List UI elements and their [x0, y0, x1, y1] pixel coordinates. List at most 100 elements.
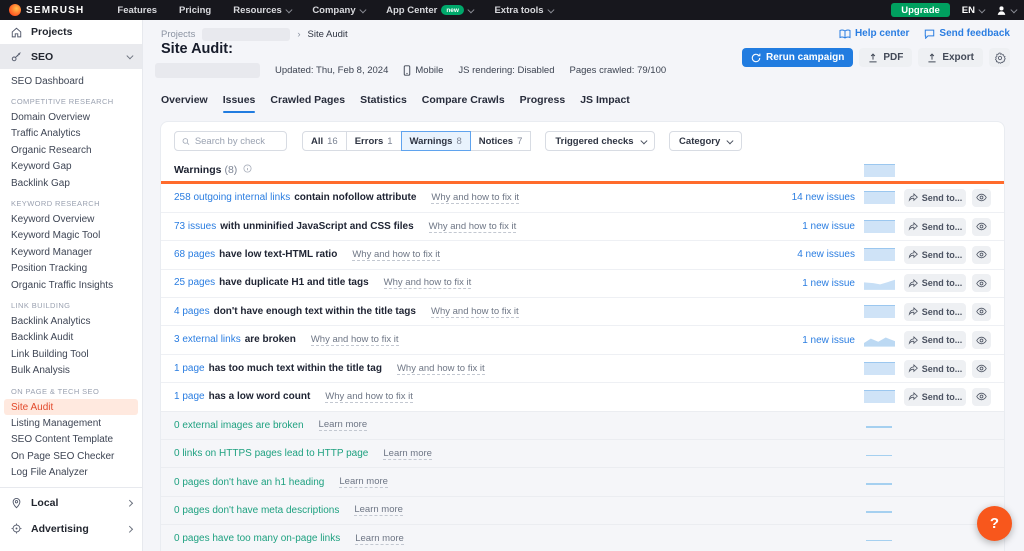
sidebar-entry[interactable]: Link Building Tool: [0, 346, 142, 362]
learn-more-link[interactable]: Learn more: [355, 533, 404, 545]
sidebar-entry[interactable]: Listing Management: [0, 415, 142, 431]
top-nav-item[interactable]: Extra tools: [483, 0, 563, 20]
why-fix-link[interactable]: Why and how to fix it: [352, 249, 440, 261]
sidebar-entry[interactable]: SEO Dashboard: [0, 73, 142, 89]
eye-button[interactable]: [972, 331, 991, 350]
sidebar-item-advertising[interactable]: Advertising: [0, 516, 142, 542]
top-nav-item[interactable]: App Center new: [375, 0, 483, 20]
why-fix-link[interactable]: Why and how to fix it: [310, 334, 399, 347]
help-center-link[interactable]: Help center: [839, 28, 909, 39]
top-nav-item[interactable]: Company: [301, 0, 375, 20]
send-to-button[interactable]: Send to...: [904, 359, 966, 378]
help-fab-button[interactable]: ?: [977, 506, 1012, 541]
send-to-button[interactable]: Send to...: [904, 302, 966, 321]
filter-segment[interactable]: Notices 7: [469, 131, 532, 151]
user-menu[interactable]: [996, 5, 1017, 16]
sidebar-entry[interactable]: Traffic Analytics: [0, 126, 142, 142]
sidebar-item-local[interactable]: Local: [0, 490, 142, 516]
send-to-button[interactable]: Send to...: [904, 274, 966, 293]
sidebar-entry[interactable]: Keyword Overview: [0, 211, 142, 227]
why-fix-link[interactable]: Why and how to fix it: [428, 221, 517, 233]
learn-more-link[interactable]: Learn more: [354, 504, 403, 517]
sidebar-entry[interactable]: Organic Traffic Insights: [0, 277, 142, 293]
issue-count-link[interactable]: 3 external links: [174, 334, 241, 345]
learn-more-link[interactable]: Learn more: [318, 419, 368, 432]
search-box[interactable]: [174, 131, 287, 151]
eye-button[interactable]: [972, 217, 991, 236]
eye-button[interactable]: [972, 387, 991, 406]
breadcrumb-projects-link[interactable]: Projects: [161, 29, 195, 40]
sidebar-entry[interactable]: Backlink Audit: [0, 330, 142, 346]
top-nav-item[interactable]: Features: [106, 0, 168, 20]
tab[interactable]: Statistics: [360, 94, 407, 113]
issue-count-link[interactable]: 4 pages: [174, 306, 210, 317]
new-issues-link[interactable]: 1 new issue: [802, 335, 855, 346]
issue-count-link[interactable]: 25 pages: [174, 277, 215, 288]
pdf-button[interactable]: PDF: [859, 48, 913, 67]
sidebar-entry[interactable]: Organic Research: [0, 142, 142, 158]
tab[interactable]: Progress: [520, 94, 566, 113]
new-issues-link[interactable]: 14 new issues: [792, 192, 855, 203]
eye-button[interactable]: [972, 302, 991, 321]
sidebar-item-seo[interactable]: SEO: [0, 44, 142, 69]
send-feedback-link[interactable]: Send feedback: [924, 28, 1010, 39]
learn-more-link[interactable]: Learn more: [383, 448, 432, 460]
filter-segment[interactable]: Warnings 8: [400, 131, 471, 151]
settings-button[interactable]: [989, 48, 1010, 67]
sidebar-entry[interactable]: Backlink Analytics: [0, 313, 142, 329]
issue-count-link[interactable]: 68 pages: [174, 249, 215, 260]
eye-button[interactable]: [972, 274, 991, 293]
tab[interactable]: Overview: [161, 94, 208, 113]
top-nav-item[interactable]: Resources: [222, 0, 301, 20]
issue-count-link[interactable]: 73 issues: [174, 221, 216, 232]
send-to-button[interactable]: Send to...: [904, 387, 966, 406]
category-dropdown[interactable]: Category: [669, 131, 742, 151]
language-selector[interactable]: EN: [962, 5, 986, 16]
why-fix-link[interactable]: Why and how to fix it: [431, 192, 520, 204]
tab[interactable]: JS Impact: [580, 94, 630, 113]
sidebar-entry[interactable]: Keyword Gap: [0, 159, 142, 175]
eye-button[interactable]: [972, 245, 991, 264]
rerun-campaign-button[interactable]: Rerun campaign: [741, 48, 854, 67]
issue-count-link[interactable]: 258 outgoing internal links: [174, 192, 290, 203]
send-to-button[interactable]: Send to...: [904, 217, 966, 236]
eye-button[interactable]: [972, 188, 991, 207]
sidebar-item-projects[interactable]: Projects: [0, 20, 142, 44]
learn-more-link[interactable]: Learn more: [339, 476, 388, 489]
sidebar-entry[interactable]: Position Tracking: [0, 261, 142, 277]
info-icon[interactable]: [243, 164, 252, 173]
sidebar-entry[interactable]: Keyword Magic Tool: [0, 228, 142, 244]
semrush-logo[interactable]: SEMRUSH: [9, 4, 84, 16]
sidebar-entry[interactable]: Domain Overview: [0, 109, 142, 125]
sidebar-entry[interactable]: SEO Content Template: [0, 432, 142, 448]
issue-count-link[interactable]: 1 page: [174, 363, 205, 374]
export-button[interactable]: Export: [918, 48, 983, 67]
filter-segment[interactable]: All 16: [302, 131, 347, 151]
sidebar-entry[interactable]: On Page SEO Checker: [0, 448, 142, 464]
search-input[interactable]: [194, 135, 279, 147]
tab[interactable]: Issues: [222, 94, 255, 113]
sidebar-entry[interactable]: Bulk Analysis: [0, 362, 142, 378]
why-fix-link[interactable]: Why and how to fix it: [430, 306, 519, 318]
new-issues-link[interactable]: 1 new issue: [802, 278, 855, 289]
sidebar-entry[interactable]: Backlink Gap: [0, 175, 142, 191]
sidebar-entry[interactable]: Site Audit: [4, 398, 138, 416]
top-nav-item[interactable]: Pricing: [168, 0, 222, 20]
why-fix-link[interactable]: Why and how to fix it: [383, 277, 472, 290]
upgrade-button[interactable]: Upgrade: [891, 3, 950, 17]
issue-count-link[interactable]: 1 page: [174, 391, 205, 402]
sidebar-entry[interactable]: Log File Analyzer: [0, 464, 142, 480]
send-to-button[interactable]: Send to...: [904, 245, 966, 264]
new-issues-link[interactable]: 1 new issue: [802, 221, 855, 232]
tab[interactable]: Crawled Pages: [270, 94, 345, 113]
sidebar-entry[interactable]: Keyword Manager: [0, 244, 142, 260]
send-to-button[interactable]: Send to...: [904, 188, 966, 207]
send-to-button[interactable]: Send to...: [904, 331, 966, 350]
new-issues-link[interactable]: 4 new issues: [797, 249, 855, 260]
triggered-checks-dropdown[interactable]: Triggered checks: [545, 131, 656, 151]
filter-segment[interactable]: Errors 1: [345, 131, 402, 151]
why-fix-link[interactable]: Why and how to fix it: [325, 391, 413, 403]
eye-button[interactable]: [972, 359, 991, 378]
why-fix-link[interactable]: Why and how to fix it: [396, 363, 485, 375]
tab[interactable]: Compare Crawls: [422, 94, 505, 113]
